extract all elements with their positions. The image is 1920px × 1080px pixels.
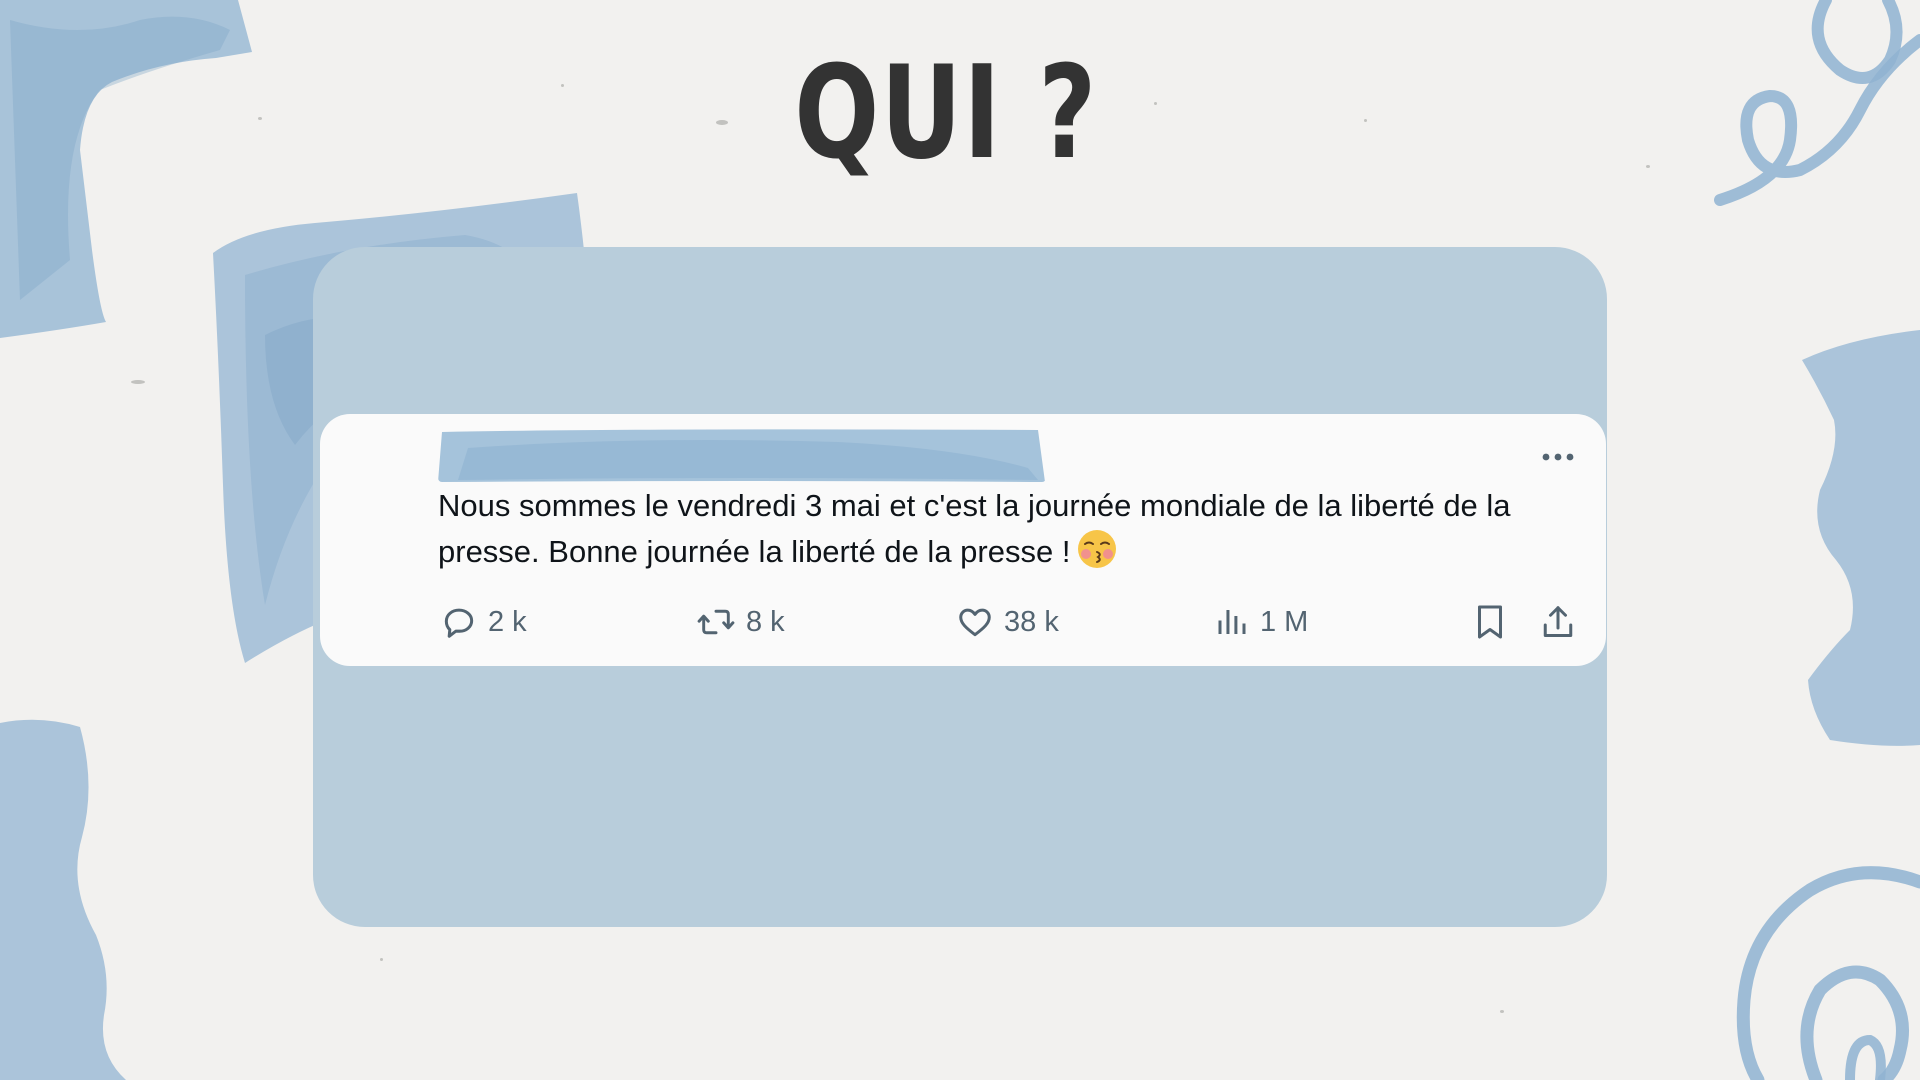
reply-button[interactable]: 2 k [440,598,527,646]
watercolor-blob-right [1802,330,1920,746]
reply-icon [444,608,474,638]
slide-title: QUI ? [794,39,1098,188]
views-chart-icon [1218,610,1246,634]
squiggle-top-right [1714,0,1920,206]
spiral-bottom-right [1736,866,1920,1080]
share-icon [1543,606,1573,637]
retweet-icon [697,609,735,635]
watercolor-blob-bottom-left [0,719,126,1080]
like-button[interactable]: 38 k [956,598,1059,646]
paper-speck [1500,1010,1504,1013]
views-button[interactable]: 1 M [1214,598,1308,646]
kissing-face-emoji-icon [1078,530,1117,568]
bookmark-icon [1478,605,1502,639]
retweet-count: 8 k [746,605,785,638]
heart-icon [959,608,991,637]
more-horizontal-icon[interactable] [1540,447,1576,467]
paper-speck [380,958,383,961]
author-name-mask [438,429,1045,482]
retweet-button[interactable]: 8 k [696,598,785,646]
bookmark-button[interactable] [1472,598,1508,646]
reply-count: 2 k [488,605,527,638]
tweet-text: Nous sommes le vendredi 3 mai et c'est l… [438,484,1578,574]
share-button[interactable] [1540,598,1576,646]
paper-speck [131,380,145,384]
tweet-actions: 2 k 8 k 38 k 1 M [0,598,1920,646]
tweet-text-body: Nous sommes le vendredi 3 mai et c'est l… [438,488,1511,569]
views-count: 1 M [1260,605,1309,638]
like-count: 38 k [1004,605,1059,638]
